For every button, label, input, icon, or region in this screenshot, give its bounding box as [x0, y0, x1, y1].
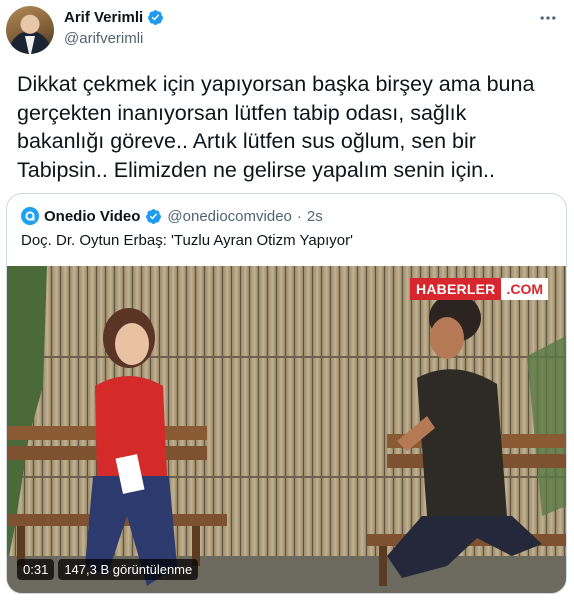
quoted-handle[interactable]: @onediocomvideo: [167, 208, 291, 225]
haberler-watermark: HABERLER .COM: [410, 278, 548, 300]
author-name-row: Arif Verimli: [64, 9, 164, 26]
quoted-separator: ·: [296, 207, 302, 225]
more-options-icon[interactable]: [536, 6, 560, 30]
watermark-suffix-text: .COM: [501, 278, 548, 300]
watermark-main-text: HABERLER: [410, 278, 502, 300]
video-frame: [7, 266, 566, 593]
video-view-count: 147,3 B görüntülenme: [58, 559, 199, 580]
video-player[interactable]: HABERLER .COM 0:31 147,3 B görüntülenme: [7, 266, 566, 593]
quoted-header: Onedio Video @onediocomvideo · 2s: [21, 207, 323, 225]
verified-badge-icon: [146, 208, 162, 224]
onedio-logo-icon[interactable]: [21, 207, 39, 225]
tweet-text: Dikkat çekmek için yapıyorsan başka birş…: [17, 72, 535, 182]
quoted-tweet[interactable]: Onedio Video @onediocomvideo · 2s Doç. D…: [6, 193, 567, 594]
author-avatar[interactable]: [6, 6, 54, 54]
quoted-timestamp[interactable]: 2s: [307, 208, 323, 225]
video-overlay: 0:31 147,3 B görüntülenme: [17, 559, 199, 580]
verified-badge-icon: [148, 10, 164, 25]
author-display-name[interactable]: Arif Verimli: [64, 9, 143, 26]
tweet: Arif Verimli @arifverimli Dikkat çekmek …: [0, 0, 574, 601]
quoted-display-name[interactable]: Onedio Video: [44, 208, 140, 225]
author-handle[interactable]: @arifverimli: [64, 30, 143, 47]
quoted-text: Doç. Dr. Oytun Erbaş: 'Tuzlu Ayran Otizm…: [21, 232, 353, 249]
video-duration: 0:31: [17, 559, 55, 580]
